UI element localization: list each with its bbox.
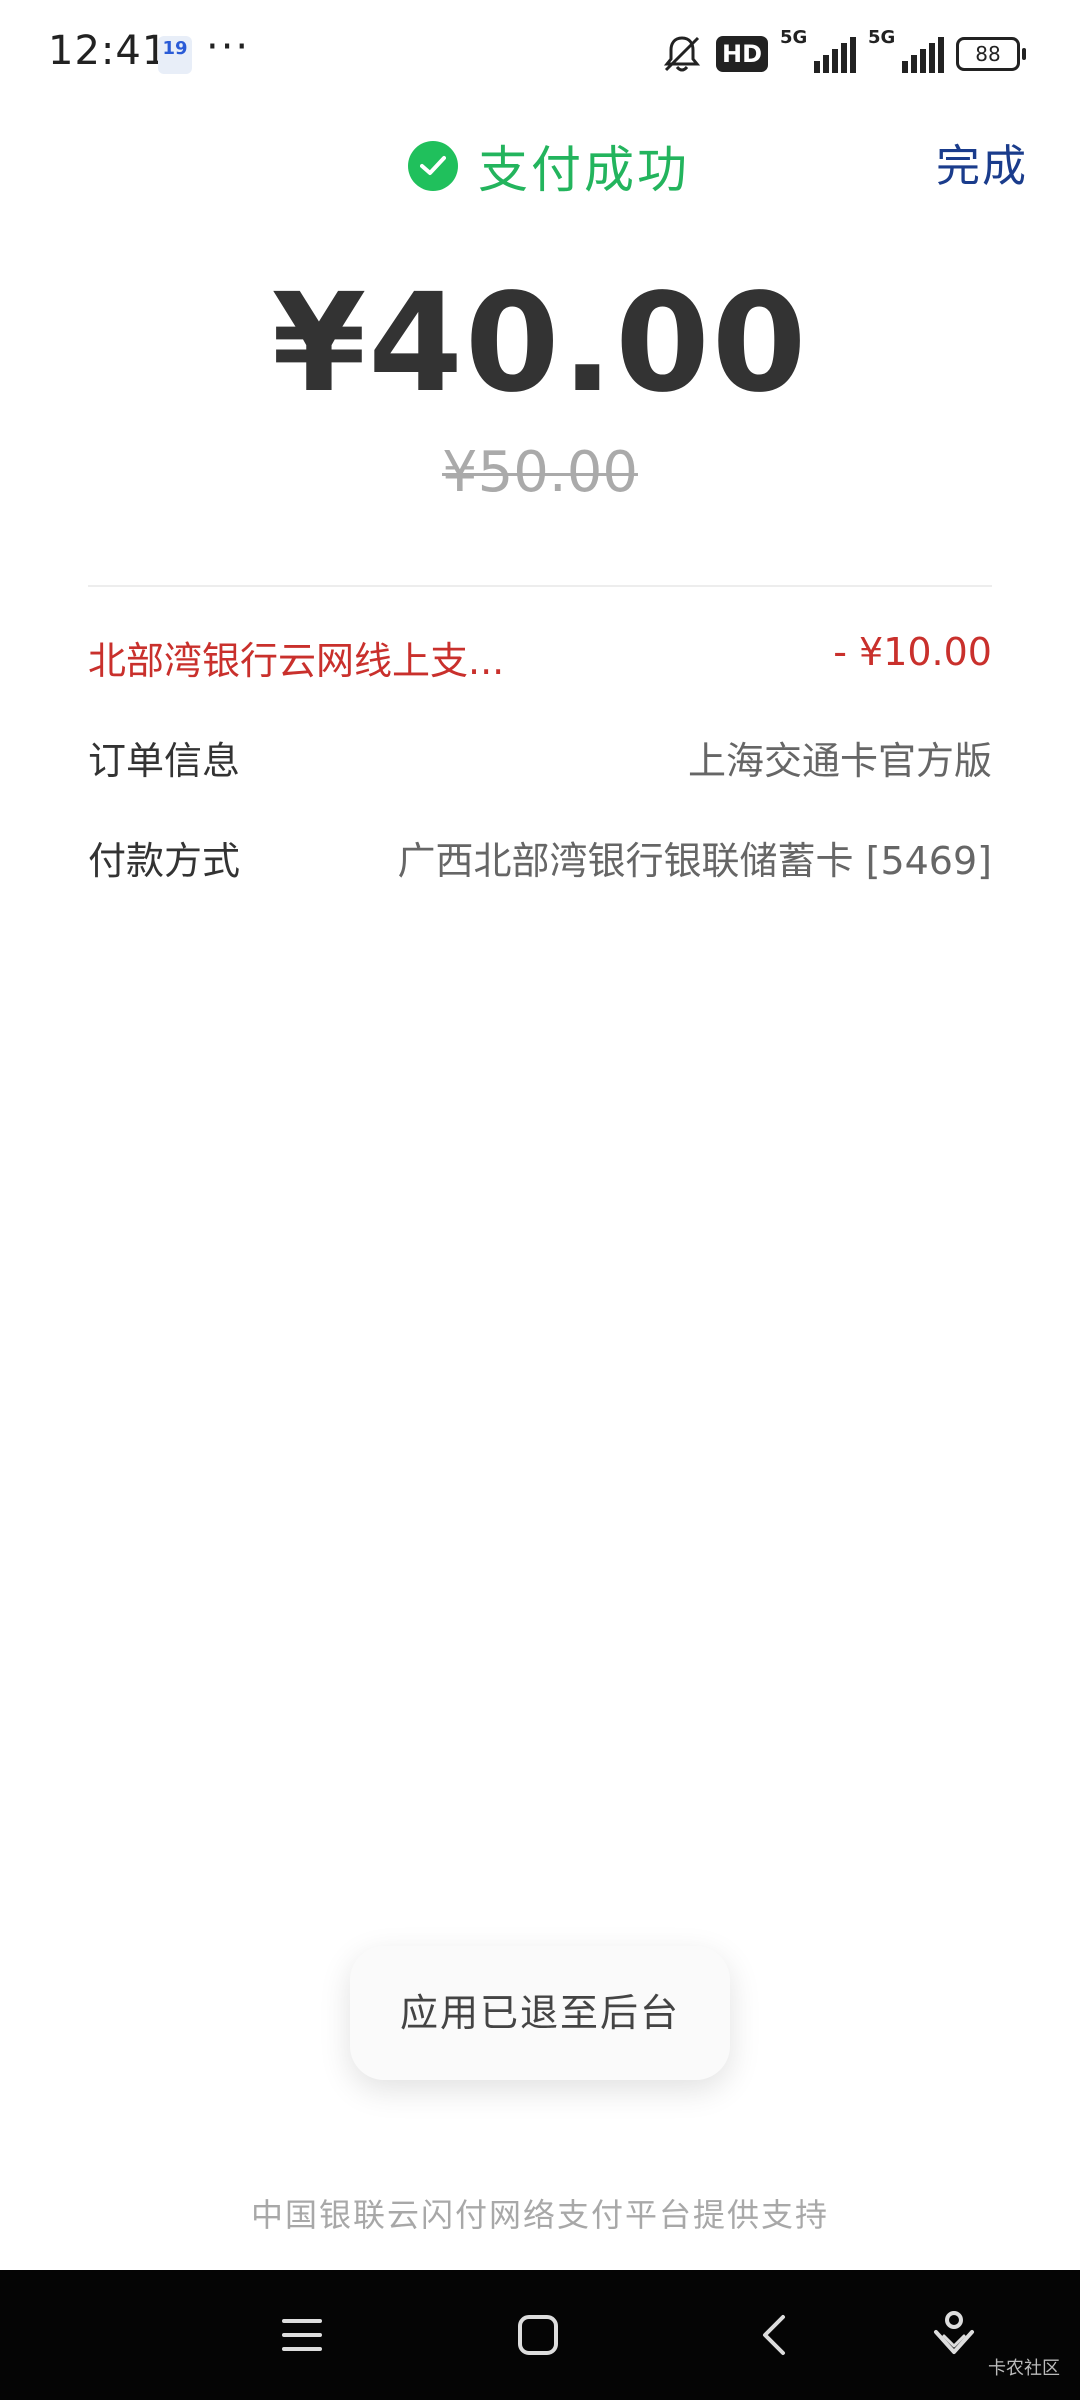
battery-icon: 88 — [956, 37, 1026, 71]
network-type-1: 5G — [780, 27, 808, 48]
more-notifications-icon: ··· — [206, 24, 251, 70]
calendar-icon: 19 — [158, 36, 192, 74]
back-button[interactable] — [724, 2270, 824, 2400]
done-button[interactable]: 完成 — [936, 130, 1028, 194]
back-icon — [763, 2315, 785, 2355]
status-time: 12:41 — [48, 28, 169, 74]
home-icon — [518, 2315, 558, 2355]
hd-voice-icon: HD — [715, 36, 768, 72]
divider — [88, 585, 992, 587]
payment-status-text: 支付成功 — [478, 141, 690, 199]
assistant-button[interactable] — [904, 2270, 1004, 2400]
signal-icon-2: 5G — [868, 27, 944, 73]
discount-row: 北部湾银行云网线上支... - ¥10.00 — [88, 630, 992, 690]
powered-by-footer: 中国银联云闪付网络支付平台提供支持 — [250, 2196, 829, 2234]
background-toast: 应用已退至后台 — [350, 1946, 730, 2080]
success-check-icon — [408, 141, 458, 191]
result-header: 支付成功 完成 — [0, 110, 1080, 210]
watermark: 卡农社区 — [988, 2358, 1060, 2379]
network-type-2: 5G — [868, 27, 896, 48]
mute-bell-icon — [663, 36, 701, 72]
assistant-icon — [934, 2311, 974, 2354]
calendar-day: 19 — [162, 38, 188, 59]
payment-method-value: 广西北部湾银行银联储蓄卡 [5469] — [397, 839, 992, 883]
paid-amount: ¥40.00 — [271, 265, 809, 423]
payment-method-row: 付款方式 广西北部湾银行银联储蓄卡 [5469] — [88, 830, 992, 890]
status-icons: HD 5G 5G 88 — [660, 27, 1026, 76]
home-button[interactable] — [488, 2270, 588, 2400]
system-nav-bar: 卡农社区 — [0, 2270, 1080, 2400]
recent-apps-button[interactable] — [252, 2270, 352, 2400]
discount-label: 北部湾银行云网线上支... — [88, 639, 505, 683]
payment-status: 支付成功 — [408, 130, 690, 202]
signal-icon-1: 5G — [780, 27, 856, 73]
order-info-label: 订单信息 — [88, 739, 241, 783]
order-info-row: 订单信息 上海交通卡官方版 — [88, 730, 992, 790]
order-info-value: 上海交通卡官方版 — [687, 739, 992, 783]
original-amount: ¥50.00 — [442, 440, 638, 505]
payment-method-label: 付款方式 — [88, 839, 241, 883]
menu-icon — [282, 2319, 322, 2351]
status-bar: 12:41 19 ··· HD 5G 5G 88 — [0, 0, 1080, 110]
discount-value: - ¥10.00 — [833, 630, 992, 674]
